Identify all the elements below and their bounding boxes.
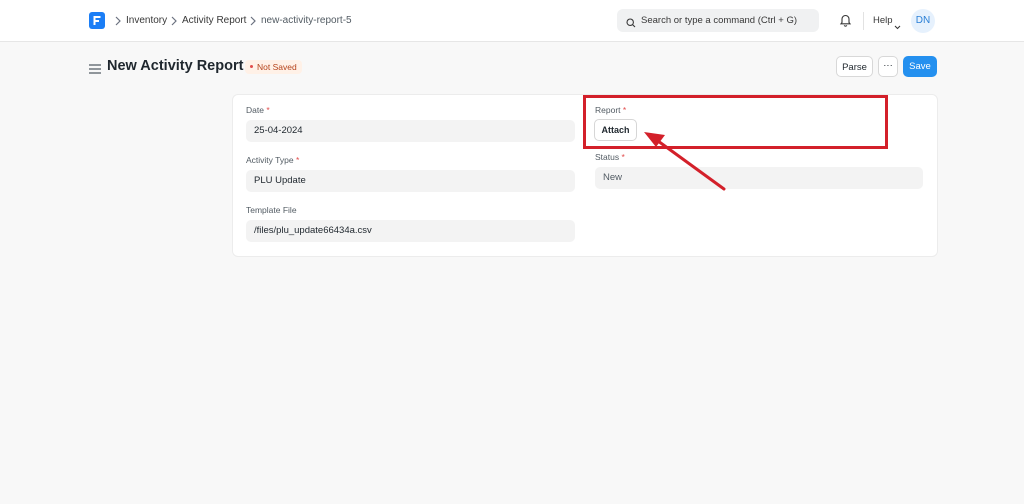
- annotation-arrow-icon: [644, 132, 726, 191]
